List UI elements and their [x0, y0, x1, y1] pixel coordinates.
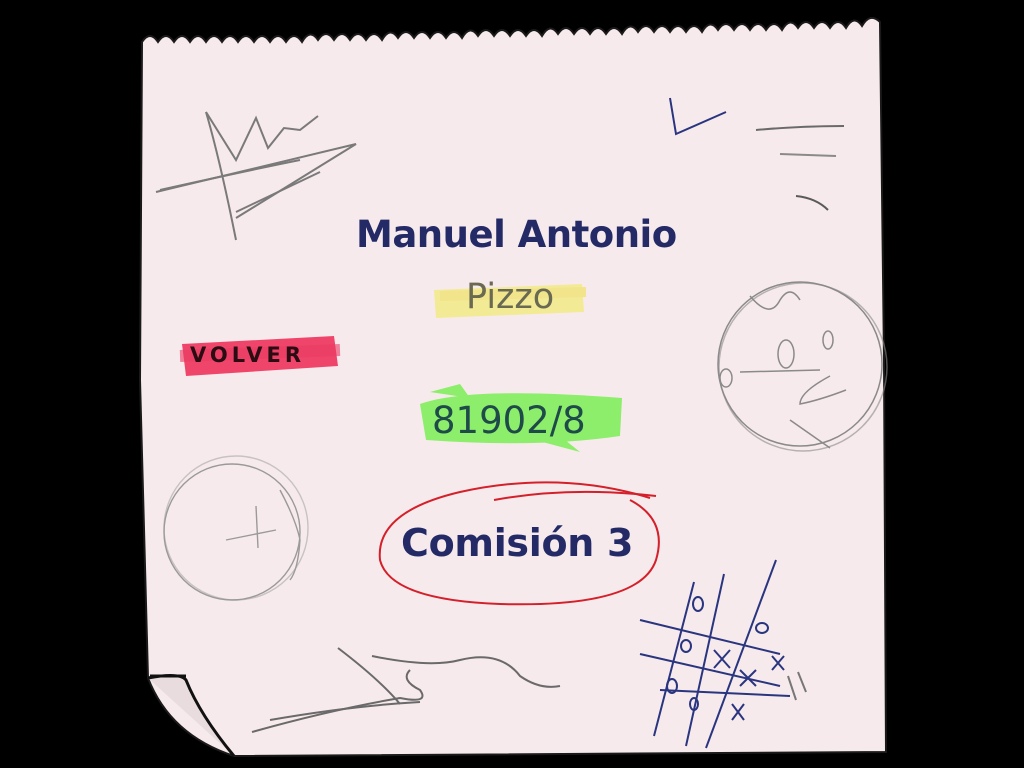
- back-button[interactable]: VOLVER: [190, 345, 305, 366]
- notepad-sheet: [138, 16, 888, 758]
- student-first-names: Manuel Antonio: [356, 213, 677, 256]
- page: Manuel Antonio Pizzo 81902/8 Comisión 3 …: [0, 0, 1024, 768]
- commission-label: Comisión 3: [401, 521, 634, 565]
- student-id-number: 81902/8: [432, 399, 586, 442]
- student-last-name: Pizzo: [466, 277, 555, 317]
